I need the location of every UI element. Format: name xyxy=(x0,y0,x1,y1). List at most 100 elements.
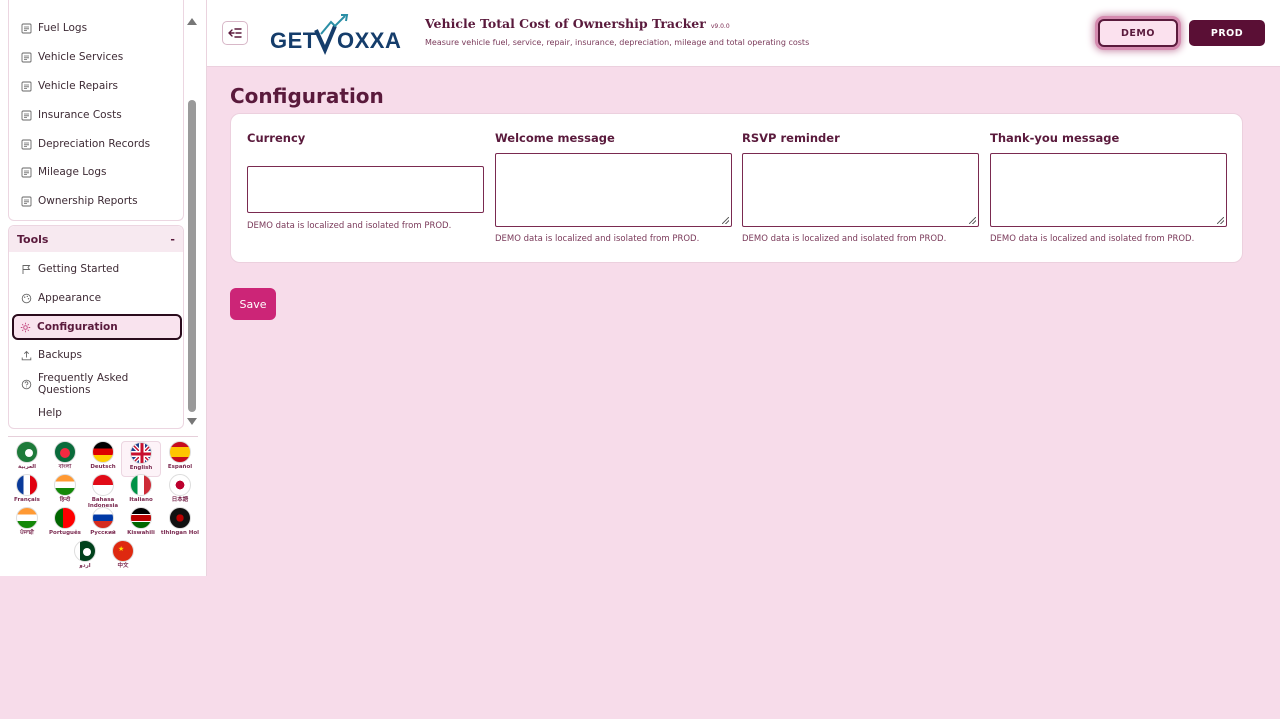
sidebar-item-label: Backups xyxy=(38,349,82,361)
sidebar-scrollbar[interactable] xyxy=(186,14,198,430)
sidebar-item-label: Getting Started xyxy=(38,263,120,275)
thank-you-message-textarea[interactable] xyxy=(990,153,1227,227)
sidebar-item-mileage-logs[interactable]: Mileage Logs xyxy=(13,159,181,185)
language-option-16[interactable]: ★ 中文 xyxy=(103,540,143,576)
sidebar-item-depreciation-records[interactable]: Depreciation Records xyxy=(13,131,181,157)
currency-label: Currency xyxy=(247,131,306,145)
language-label: 日本語 xyxy=(171,497,189,503)
sidebar-item-vehicle-services[interactable]: Vehicle Services xyxy=(13,44,181,70)
language-option-10[interactable]: ਪੰਜਾਬੀ xyxy=(7,507,47,543)
tools-collapse-toggle[interactable]: - xyxy=(170,233,175,246)
sidebar-nav: Fuel Logs Vehicle Services Vehicle Repairs… xyxy=(0,0,207,432)
flag-icon xyxy=(21,264,32,275)
list-icon xyxy=(21,81,32,92)
language-option-13[interactable]: Kiswahili xyxy=(121,507,161,543)
thank-you-message-help-text: DEMO data is localized and isolated from… xyxy=(990,234,1195,244)
sidebar-item-getting-started[interactable]: Getting Started xyxy=(13,256,181,282)
welcome-message-textarea[interactable] xyxy=(495,153,732,227)
language-option-5[interactable]: Français xyxy=(7,474,47,510)
sidebar-item-fuel-logs[interactable]: Fuel Logs xyxy=(13,15,181,41)
flag-icon xyxy=(16,474,38,496)
language-option-4[interactable]: Español xyxy=(160,441,200,477)
language-option-3[interactable]: English xyxy=(121,441,161,477)
sidebar-item-label: Ownership Reports xyxy=(38,195,138,207)
language-label: اردو xyxy=(79,563,91,569)
sidebar-item-label: Insurance Costs xyxy=(38,109,122,121)
flag-icon xyxy=(169,507,191,529)
flag-icon xyxy=(169,474,191,496)
language-label: Italiano xyxy=(129,497,153,503)
language-label: Português xyxy=(49,530,81,536)
currency-help-text: DEMO data is localized and isolated from… xyxy=(247,221,452,231)
flag-icon xyxy=(16,441,38,463)
language-option-9[interactable]: 日本語 xyxy=(160,474,200,510)
language-label: العربية xyxy=(17,464,37,470)
language-label: Русский xyxy=(90,530,116,536)
resize-grip-icon[interactable] xyxy=(1217,217,1224,224)
sidebar-item-label: Help xyxy=(38,407,62,419)
language-option-12[interactable]: Русский xyxy=(83,507,123,543)
rsvp-reminder-textarea[interactable] xyxy=(742,153,979,227)
scroll-thumb[interactable] xyxy=(188,100,196,412)
currency-input[interactable] xyxy=(247,166,484,213)
language-option-2[interactable]: Deutsch xyxy=(83,441,123,477)
rsvp-reminder-label: RSVP reminder xyxy=(742,131,840,145)
sidebar-item-appearance[interactable]: Appearance xyxy=(13,285,181,311)
flag-icon xyxy=(130,442,152,464)
sidebar-item-frequently-asked-questions[interactable]: Frequently Asked Questions xyxy=(13,371,181,397)
flag-icon xyxy=(92,474,114,496)
language-label: English xyxy=(129,465,153,471)
flag-icon xyxy=(130,474,152,496)
flag-icon xyxy=(74,540,96,562)
language-option-0[interactable]: العربية xyxy=(7,441,47,477)
tools-group-title: Tools xyxy=(17,232,49,246)
blank-icon xyxy=(21,408,32,419)
flag-icon xyxy=(92,507,114,529)
language-option-7[interactable]: Bahasa Indonesia xyxy=(83,474,123,510)
svg-text:GET: GET xyxy=(270,28,317,53)
scroll-down-arrow-icon[interactable] xyxy=(187,418,197,425)
sidebar-item-label: Frequently Asked Questions xyxy=(38,372,129,396)
sidebar: Fuel Logs Vehicle Services Vehicle Repairs… xyxy=(0,0,207,576)
language-option-11[interactable]: Português xyxy=(45,507,85,543)
divider xyxy=(8,436,198,437)
resize-grip-icon[interactable] xyxy=(722,217,729,224)
sidebar-item-configuration[interactable]: Configuration xyxy=(12,314,182,340)
language-option-6[interactable]: हिन्दी xyxy=(45,474,85,510)
save-button[interactable]: Save xyxy=(230,288,276,320)
top-header: GET OXXA Vehicle Total Cost of Ownership… xyxy=(207,0,1280,67)
language-option-15[interactable]: اردو xyxy=(65,540,105,576)
language-option-14[interactable]: tlhIngan Hol xyxy=(160,507,200,543)
flag-icon xyxy=(54,474,76,496)
prod-mode-button[interactable]: PROD xyxy=(1189,20,1265,46)
sidebar-item-ownership-reports[interactable]: Ownership Reports xyxy=(13,188,181,214)
language-label: tlhIngan Hol xyxy=(160,530,200,536)
flag-icon xyxy=(54,441,76,463)
app-title: Vehicle Total Cost of Ownership Tracker xyxy=(425,16,706,31)
sidebar-item-vehicle-repairs[interactable]: Vehicle Repairs xyxy=(13,73,181,99)
sidebar-item-label: Depreciation Records xyxy=(38,138,151,150)
sidebar-group-tools: Tools - Getting Started Appearance Configu… xyxy=(8,225,184,429)
tools-group-header[interactable]: Tools - xyxy=(9,226,183,252)
collapse-sidebar-button[interactable] xyxy=(222,21,248,45)
list-icon xyxy=(21,23,32,34)
sidebar-group-records: Fuel Logs Vehicle Services Vehicle Repairs… xyxy=(8,0,184,221)
language-option-1[interactable]: বাংলা xyxy=(45,441,85,477)
page-title: Configuration xyxy=(230,84,384,108)
sidebar-item-label: Vehicle Repairs xyxy=(38,80,118,92)
language-option-8[interactable]: Italiano xyxy=(121,474,161,510)
sidebar-item-help[interactable]: Help xyxy=(13,400,181,426)
language-label: Kiswahili xyxy=(127,530,155,536)
flag-icon xyxy=(54,507,76,529)
flag-icon: ★ xyxy=(112,540,134,562)
app-version: v9.0.0 xyxy=(710,23,730,30)
question-icon xyxy=(21,379,32,390)
sidebar-item-insurance-costs[interactable]: Insurance Costs xyxy=(13,102,181,128)
sidebar-item-backups[interactable]: Backups xyxy=(13,342,181,368)
demo-mode-button[interactable]: DEMO xyxy=(1098,19,1178,47)
flag-icon xyxy=(16,507,38,529)
resize-grip-icon[interactable] xyxy=(969,217,976,224)
flag-icon xyxy=(92,441,114,463)
scroll-up-arrow-icon[interactable] xyxy=(187,18,197,25)
sidebar-item-label: Appearance xyxy=(38,292,102,304)
